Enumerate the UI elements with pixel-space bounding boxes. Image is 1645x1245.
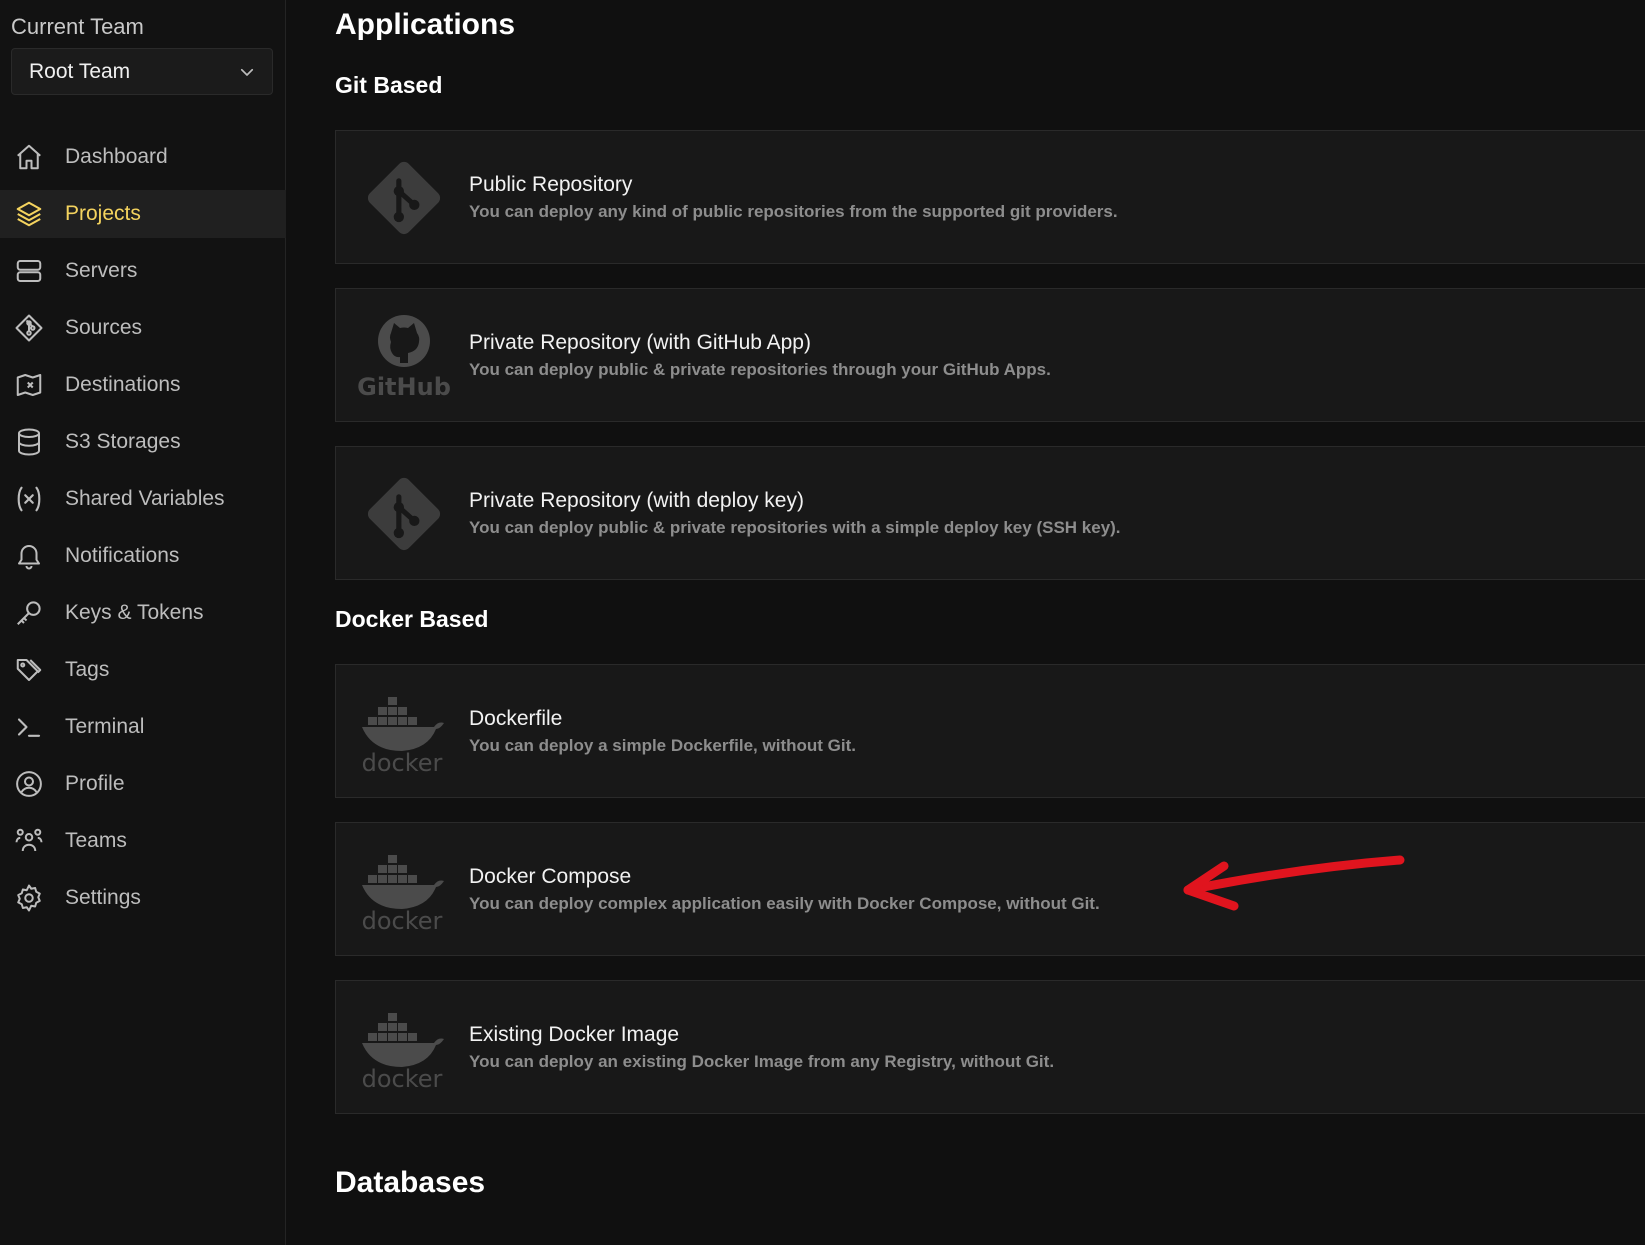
sidebar-item-notifications[interactable]: Notifications [0, 532, 286, 580]
database-icon [13, 426, 45, 458]
docker-compose-card[interactable]: docker Docker Compose You can deploy com… [335, 822, 1645, 956]
sidebar-item-label: S3 Storages [65, 430, 181, 453]
sidebar-item-keys-tokens[interactable]: Keys & Tokens [0, 589, 286, 637]
sidebar-item-label: Projects [65, 202, 141, 225]
git-logo-icon [358, 153, 450, 243]
user-circle-icon [13, 768, 45, 800]
private-repository-deploy-key-card[interactable]: Private Repository (with deploy key) You… [335, 446, 1645, 580]
variable-icon [13, 483, 45, 515]
page-title: Applications [335, 8, 516, 41]
private-repository-github-app-card[interactable]: GitHub Private Repository (with GitHub A… [335, 288, 1645, 422]
sidebar-item-label: Keys & Tokens [65, 601, 204, 624]
card-title: Private Repository (with deploy key) [469, 489, 804, 512]
sidebar-item-label: Profile [65, 772, 125, 795]
sidebar: Current Team Root Team Dashboard Project… [0, 0, 286, 1245]
sidebar-item-terminal[interactable]: Terminal [0, 703, 286, 751]
server-icon [13, 255, 45, 287]
sidebar-item-label: Servers [65, 259, 138, 282]
card-title: Private Repository (with GitHub App) [469, 331, 811, 354]
sidebar-item-teams[interactable]: Teams [0, 817, 286, 865]
bell-icon [13, 540, 45, 572]
sidebar-item-label: Teams [65, 829, 127, 852]
terminal-icon [13, 711, 45, 743]
sidebar-nav: Dashboard Projects Servers Sources Desti… [0, 133, 286, 931]
dockerfile-card[interactable]: docker Dockerfile You can deploy a simpl… [335, 664, 1645, 798]
github-logo-text: GitHub [358, 373, 450, 401]
sidebar-item-label: Dashboard [65, 145, 168, 168]
docker-logo-icon: docker [358, 687, 450, 777]
existing-docker-image-card[interactable]: docker Existing Docker Image You can dep… [335, 980, 1645, 1114]
sidebar-item-shared-variables[interactable]: Shared Variables [0, 475, 286, 523]
sidebar-item-dashboard[interactable]: Dashboard [0, 133, 286, 181]
sidebar-item-destinations[interactable]: Destinations [0, 361, 286, 409]
sidebar-item-servers[interactable]: Servers [0, 247, 286, 295]
tags-icon [13, 654, 45, 686]
home-icon [13, 141, 45, 173]
docker-logo-icon: docker [358, 1003, 450, 1093]
git-section-heading: Git Based [335, 72, 443, 98]
sidebar-item-label: Sources [65, 316, 143, 339]
card-description: You can deploy a simple Dockerfile, with… [469, 736, 856, 755]
github-logo-icon: GitHub [358, 311, 450, 401]
gear-icon [13, 882, 45, 914]
git-logo-icon [358, 469, 450, 559]
docker-logo-text: docker [362, 1065, 443, 1093]
public-repository-card[interactable]: Public Repository You can deploy any kin… [335, 130, 1645, 264]
databases-heading: Databases [335, 1166, 486, 1199]
current-team-label: Current Team [11, 14, 144, 39]
map-icon [13, 369, 45, 401]
sidebar-item-label: Tags [65, 658, 110, 681]
team-select[interactable]: Root Team [11, 48, 273, 95]
card-description: You can deploy public & private reposito… [469, 518, 1121, 537]
key-icon [13, 597, 45, 629]
card-description: You can deploy any kind of public reposi… [469, 202, 1118, 221]
sidebar-item-label: Shared Variables [65, 487, 225, 510]
main-content: Applications Git Based Public Repository… [335, 0, 1645, 1245]
users-icon [13, 825, 45, 857]
card-title: Public Repository [469, 173, 633, 196]
sidebar-item-label: Destinations [65, 373, 181, 396]
docker-logo-text: docker [362, 749, 443, 777]
annotation-arrow-icon [1183, 855, 1405, 911]
git-icon [13, 312, 45, 344]
sidebar-item-sources[interactable]: Sources [0, 304, 286, 352]
chevron-down-icon [240, 68, 254, 76]
team-select-value: Root Team [29, 59, 131, 83]
card-title: Dockerfile [469, 707, 563, 730]
layers-icon [13, 198, 45, 230]
sidebar-item-profile[interactable]: Profile [0, 760, 286, 808]
sidebar-item-label: Settings [65, 886, 141, 909]
docker-section-heading: Docker Based [335, 606, 489, 632]
docker-logo-text: docker [362, 907, 443, 935]
sidebar-item-label: Terminal [65, 715, 145, 738]
sidebar-item-settings[interactable]: Settings [0, 874, 286, 922]
sidebar-item-label: Notifications [65, 544, 180, 567]
sidebar-item-tags[interactable]: Tags [0, 646, 286, 694]
sidebar-item-s3-storages[interactable]: S3 Storages [0, 418, 286, 466]
card-description: You can deploy complex application easil… [469, 894, 1100, 913]
sidebar-item-projects[interactable]: Projects [0, 190, 286, 238]
card-description: You can deploy public & private reposito… [469, 360, 1051, 379]
card-title: Existing Docker Image [469, 1023, 680, 1046]
card-title: Docker Compose [469, 865, 632, 888]
docker-logo-icon: docker [358, 845, 450, 935]
card-description: You can deploy an existing Docker Image … [469, 1052, 1055, 1071]
